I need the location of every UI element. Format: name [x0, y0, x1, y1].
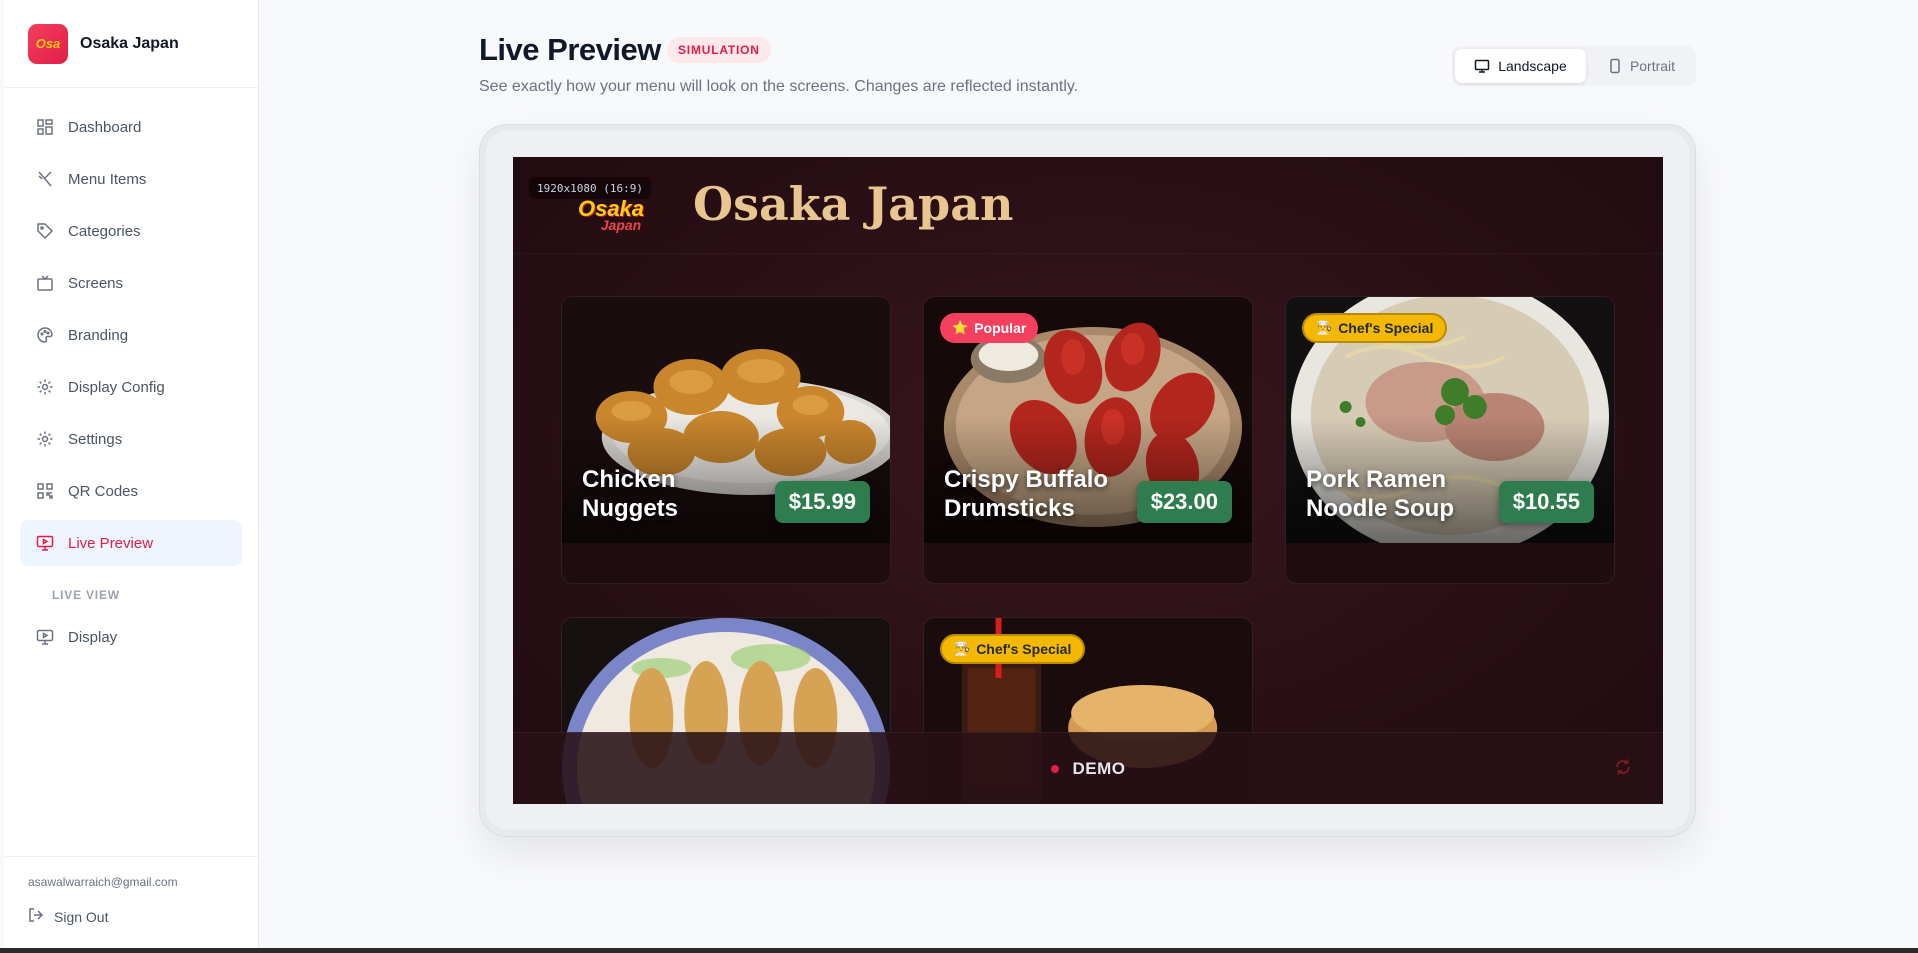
screen-footer: DEMO [513, 732, 1663, 804]
utensils-icon [36, 170, 54, 188]
app-frame: Osa Osaka Japan Dashboard Menu Items Cat… [0, 0, 1918, 948]
menu-card: ⭐ Popular Crispy Buffalo Drumsticks $23.… [923, 296, 1253, 584]
sidebar-item-display[interactable]: Display [20, 614, 242, 660]
tv-icon [36, 274, 54, 292]
item-name: Chicken Nuggets [582, 466, 678, 522]
brand-logo: Osa [28, 23, 68, 64]
sidebar: Osa Osaka Japan Dashboard Menu Items Cat… [4, 0, 259, 948]
nav-section-label: LIVE VIEW [52, 588, 120, 602]
landscape-label: Landscape [1498, 58, 1567, 74]
page-subtitle: See exactly how your menu will look on t… [479, 78, 1079, 95]
orientation-toggle: Landscape Portrait [1452, 46, 1696, 86]
monitor-icon [1474, 58, 1490, 74]
gear-icon [36, 430, 54, 448]
monitor-icon [36, 628, 54, 646]
screen-restaurant-title: Osaka Japan [693, 177, 1014, 231]
palette-icon [36, 326, 54, 344]
refresh-icon[interactable] [1613, 757, 1633, 782]
star-icon: ⭐ [952, 320, 969, 335]
page-title: Live Preview [479, 32, 661, 67]
sidebar-item-label: Display Config [68, 378, 165, 396]
sidebar-item-live-preview[interactable]: Live Preview [20, 520, 242, 566]
popular-badge: ⭐ Popular [940, 313, 1039, 343]
item-price: $15.99 [774, 481, 870, 523]
brand-header: Osa Osaka Japan [4, 0, 258, 88]
sidebar-item-label: Display [68, 628, 118, 646]
logout-icon [28, 907, 44, 926]
sidebar-item-menu-items[interactable]: Menu Items [20, 156, 242, 202]
sidebar-item-label: Screens [68, 274, 124, 292]
chef-icon: 👨‍🍳 [954, 641, 971, 656]
chef-icon: 👨‍🍳 [1316, 320, 1333, 335]
user-email: asawalwarraich@gmail.com [28, 875, 178, 889]
sidebar-item-branding[interactable]: Branding [20, 312, 242, 358]
preview-screen: 1920x1080 (16:9) Osaka Japan Osaka Japan… [513, 157, 1663, 804]
monitor-play-icon [36, 534, 54, 552]
divider [513, 253, 1663, 254]
item-name: Crispy Buffalo Drumsticks [944, 466, 1109, 522]
sidebar-item-label: Dashboard [68, 118, 142, 136]
sidebar-item-qr-codes[interactable]: QR Codes [20, 468, 242, 514]
live-dot [1050, 764, 1059, 773]
item-price: $10.55 [1498, 481, 1594, 523]
menu-card: 👨‍🍳 Chef's Special Pork Ramen Noodle Sou… [1285, 296, 1615, 584]
badge-label: Chef's Special [1338, 320, 1434, 336]
sidebar-nav: Dashboard Menu Items Categories Screens … [4, 88, 258, 660]
sidebar-item-label: Live Preview [68, 534, 154, 552]
portrait-button[interactable]: Portrait [1590, 49, 1693, 83]
chefs-special-badge: 👨‍🍳 Chef's Special [940, 634, 1086, 664]
sidebar-item-label: QR Codes [68, 482, 139, 500]
tag-icon [36, 222, 54, 240]
sign-out-label: Sign Out [54, 908, 109, 925]
dashboard-icon [36, 118, 54, 136]
simulation-badge: SIMULATION [667, 37, 771, 63]
phone-icon [1608, 58, 1622, 74]
item-name: Pork Ramen Noodle Soup [1306, 466, 1454, 522]
demo-label: DEMO [1072, 758, 1126, 778]
item-price: $23.00 [1136, 481, 1232, 523]
menu-card: Chicken Nuggets $15.99 [561, 296, 891, 584]
brand-name: Osaka Japan [80, 34, 179, 52]
qr-icon [36, 482, 54, 500]
sidebar-item-screens[interactable]: Screens [20, 260, 242, 306]
resolution-label: 1920x1080 (16:9) [529, 177, 651, 199]
badge-label: Popular [974, 320, 1027, 336]
sidebar-item-settings[interactable]: Settings [20, 416, 242, 462]
chefs-special-badge: 👨‍🍳 Chef's Special [1302, 313, 1448, 343]
badge-label: Chef's Special [976, 641, 1072, 657]
sidebar-item-dashboard[interactable]: Dashboard [20, 104, 242, 150]
sidebar-item-display-config[interactable]: Display Config [20, 364, 242, 410]
sign-out-button[interactable]: Sign Out [28, 907, 258, 926]
sidebar-item-label: Settings [68, 430, 123, 448]
gear-icon [36, 378, 54, 396]
sidebar-item-categories[interactable]: Categories [20, 208, 242, 254]
landscape-button[interactable]: Landscape [1455, 49, 1586, 83]
restaurant-logo: Osaka Japan [577, 196, 645, 233]
portrait-label: Portrait [1629, 58, 1676, 74]
sidebar-item-label: Branding [68, 326, 129, 344]
sidebar-item-label: Menu Items [68, 170, 147, 188]
sidebar-footer: asawalwarraich@gmail.com Sign Out [4, 856, 258, 948]
sidebar-item-label: Categories [68, 222, 141, 240]
